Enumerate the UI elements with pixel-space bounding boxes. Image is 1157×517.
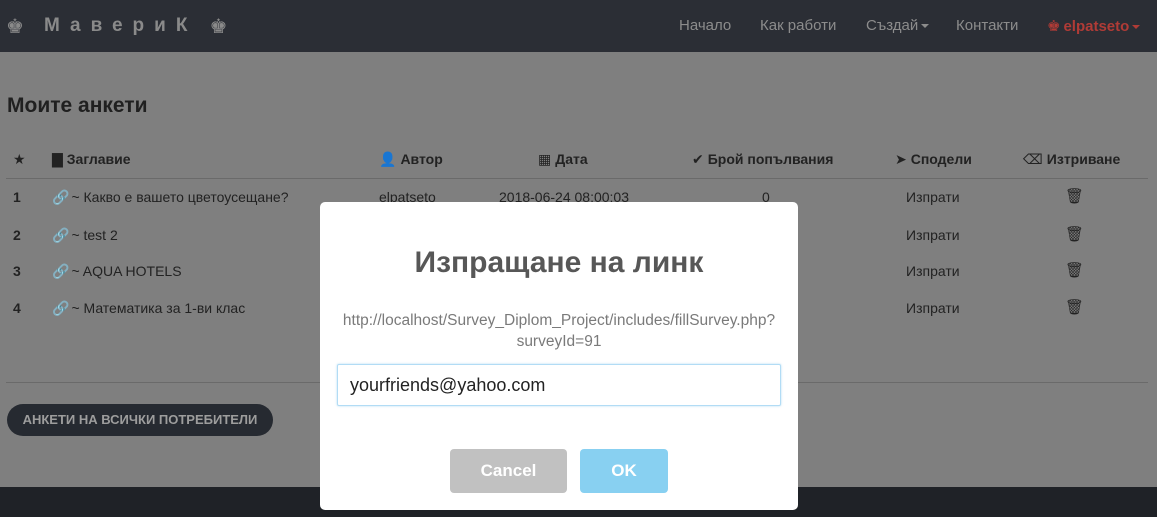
modal-title: Изпращане на линк bbox=[414, 246, 704, 279]
nav-how-it-works[interactable]: Как работи bbox=[760, 0, 836, 52]
ok-button[interactable]: OK bbox=[580, 449, 668, 493]
row-number: 4 bbox=[13, 300, 21, 316]
header-date-label: Дата bbox=[555, 151, 588, 167]
survey-title-link[interactable]: 🔗 ~ Математика за 1-ви клас bbox=[52, 300, 245, 317]
trash-icon[interactable]: 🗑 bbox=[1065, 261, 1084, 279]
check-icon: ✔ bbox=[692, 152, 704, 168]
header-star: ★ bbox=[13, 151, 26, 168]
header-date: ▦ Дата bbox=[538, 151, 588, 168]
trash-icon[interactable]: 🗑 bbox=[1065, 225, 1084, 243]
brand[interactable]: ♚ МавериК ♚ bbox=[0, 0, 227, 52]
survey-title-link[interactable]: 🔗 ~ Какво е вашето цветоусещане? bbox=[52, 189, 289, 206]
header-share-label: Сподели bbox=[910, 151, 972, 167]
nav-contacts[interactable]: Контакти bbox=[956, 0, 1018, 52]
header-fills: ✔ Брой попълвания bbox=[692, 151, 833, 168]
link-icon: 🔗 bbox=[52, 301, 70, 317]
all-users-surveys-button[interactable]: АНКЕТИ НА ВСИЧКИ ПОТРЕБИТЕЛИ bbox=[7, 404, 273, 436]
trash-icon[interactable]: 🗑 bbox=[1065, 298, 1084, 316]
caret-down-icon bbox=[921, 24, 930, 29]
trash-icon[interactable]: 🗑 bbox=[1065, 187, 1084, 205]
book-icon: ▇ bbox=[52, 152, 63, 168]
nav-user-dropdown[interactable]: ♚ elpatseto bbox=[1047, 0, 1141, 52]
share-send-link[interactable]: Изпрати bbox=[906, 227, 960, 243]
chess-king-icon: ♚ bbox=[6, 14, 24, 38]
nav-create-dropdown[interactable]: Създай bbox=[866, 0, 930, 52]
survey-title-text: ~ AQUA HOTELS bbox=[71, 263, 182, 279]
chess-king-icon: ♚ bbox=[1047, 17, 1061, 35]
header-title-label: Заглавие bbox=[66, 151, 131, 167]
header-author-label: Автор bbox=[400, 151, 443, 167]
eraser-icon: ⌫ bbox=[1023, 152, 1043, 168]
send-link-modal: Изпращане на линк http://localhost/Surve… bbox=[320, 202, 798, 510]
share-send-link[interactable]: Изпрати bbox=[906, 300, 960, 316]
survey-title-text: ~ Математика за 1-ви клас bbox=[71, 300, 246, 316]
navbar: ♚ МавериК ♚ Начало Как работи Създай Кон… bbox=[0, 0, 1157, 52]
cancel-button[interactable]: Cancel bbox=[450, 449, 567, 493]
survey-title-text: ~ Какво е вашето цветоусещане? bbox=[71, 189, 289, 205]
row-number: 1 bbox=[13, 189, 21, 205]
header-delete-label: Изтриване bbox=[1046, 151, 1121, 167]
header-title: ▇ Заглавие bbox=[52, 151, 131, 168]
row-number: 2 bbox=[13, 227, 21, 243]
star-icon: ★ bbox=[13, 151, 26, 167]
survey-url-line: http://localhost/Survey_Diplom_Project/i… bbox=[342, 312, 776, 329]
table-divider bbox=[6, 178, 1148, 179]
header-delete: ⌫ Изтриване bbox=[1023, 151, 1120, 168]
send-icon: ➤ bbox=[895, 152, 907, 168]
user-icon: 👤 bbox=[379, 152, 397, 168]
survey-title-text: ~ test 2 bbox=[71, 227, 118, 243]
survey-title-link[interactable]: 🔗 ~ test 2 bbox=[52, 227, 118, 244]
survey-url-line: surveyId=91 bbox=[516, 333, 602, 350]
page-title: Моите анкети bbox=[7, 94, 148, 117]
share-send-link[interactable]: Изпрати bbox=[906, 189, 960, 205]
row-number: 3 bbox=[13, 263, 21, 279]
survey-title-link[interactable]: 🔗 ~ AQUA HOTELS bbox=[52, 263, 182, 280]
nav-user-label: elpatseto bbox=[1063, 18, 1130, 35]
link-icon: 🔗 bbox=[52, 190, 70, 206]
chess-king-icon: ♚ bbox=[209, 14, 228, 38]
nav-create-label: Създай bbox=[866, 17, 919, 34]
header-share: ➤ Сподели bbox=[895, 151, 972, 168]
nav-home[interactable]: Начало bbox=[679, 0, 731, 52]
header-fills-label: Брой попълвания bbox=[707, 151, 834, 167]
calendar-icon: ▦ bbox=[538, 152, 552, 168]
brand-name: МавериК bbox=[43, 15, 198, 36]
link-icon: 🔗 bbox=[52, 264, 70, 280]
header-author: 👤 Автор bbox=[379, 151, 443, 168]
survey-url: http://localhost/Survey_Diplom_Project/i… bbox=[330, 310, 788, 352]
caret-down-icon bbox=[1132, 25, 1141, 30]
link-icon: 🔗 bbox=[52, 228, 70, 244]
email-input[interactable] bbox=[337, 364, 781, 406]
share-send-link[interactable]: Изпрати bbox=[906, 263, 960, 279]
